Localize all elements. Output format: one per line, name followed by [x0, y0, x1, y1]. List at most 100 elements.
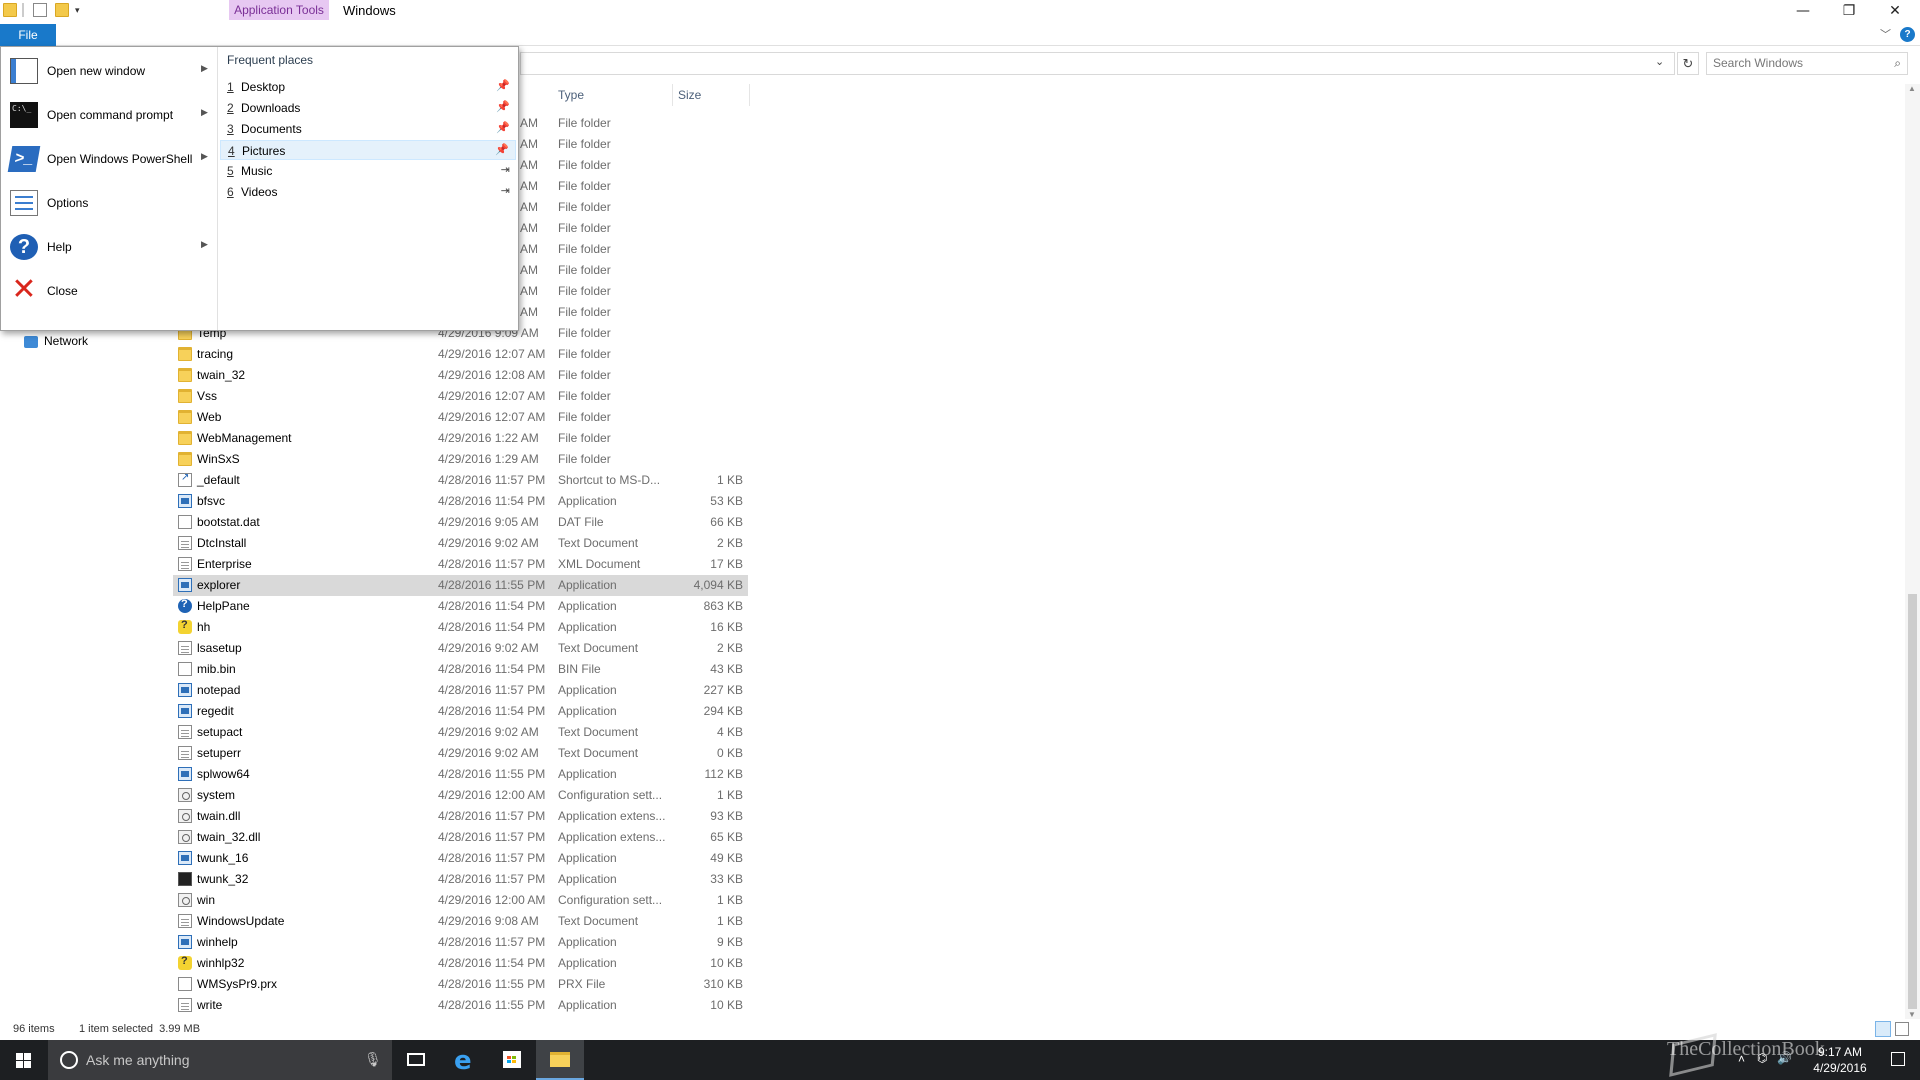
- pinned-icon[interactable]: 📌: [496, 121, 510, 134]
- cfg-icon: [178, 893, 192, 907]
- vertical-scrollbar[interactable]: ▲ ▼: [1905, 84, 1920, 1019]
- start-button[interactable]: [0, 1040, 48, 1080]
- unpinned-icon[interactable]: ⇥: [501, 163, 510, 176]
- column-divider[interactable]: [672, 84, 673, 106]
- search-input[interactable]: Search Windows ⌕: [1706, 52, 1908, 75]
- details-view-button[interactable]: [1875, 1021, 1891, 1037]
- task-view-button[interactable]: [392, 1040, 440, 1080]
- scroll-down-icon[interactable]: ▼: [1908, 1010, 1916, 1019]
- blank-icon: [178, 515, 192, 529]
- close-item[interactable]: ✕ Close: [1, 271, 218, 311]
- file-row[interactable]: win 4/29/2016 12:00 AM Configuration sett.…: [173, 890, 748, 911]
- large-icons-view-button[interactable]: [1895, 1022, 1909, 1036]
- open-command-prompt-item[interactable]: C:\_ Open command prompt ▶: [1, 95, 218, 135]
- frequent-place-item[interactable]: 1 Desktop 📌: [220, 77, 516, 97]
- file-name: win: [197, 893, 216, 907]
- cortana-search-box[interactable]: Ask me anything 🎙: [48, 1040, 392, 1080]
- windows-logo-icon: [16, 1053, 31, 1068]
- pinned-icon[interactable]: 📌: [495, 143, 509, 156]
- column-size[interactable]: Size: [678, 88, 701, 102]
- close-button[interactable]: ✕: [1872, 0, 1918, 22]
- file-row[interactable]: system 4/29/2016 12:00 AM Configuration se…: [173, 785, 748, 806]
- file-type: Shortcut to MS-D...: [558, 473, 661, 487]
- file-row[interactable]: notepad 4/28/2016 11:57 PM Application 227 …: [173, 680, 748, 701]
- file-row[interactable]: bfsvc 4/28/2016 11:54 PM Application 53 KB: [173, 491, 748, 512]
- file-row[interactable]: twain_32 4/29/2016 12:08 AM File folder: [173, 365, 748, 386]
- file-size: 65 KB: [710, 830, 743, 844]
- properties-icon[interactable]: [33, 3, 47, 17]
- edge-button[interactable]: e: [440, 1040, 488, 1080]
- row-date-partial: AM: [520, 137, 538, 151]
- file-explorer-button[interactable]: [536, 1040, 584, 1080]
- file-row[interactable]: setuperr 4/29/2016 9:02 AM Text Document 0 …: [173, 743, 748, 764]
- file-row[interactable]: DtcInstall 4/29/2016 9:02 AM Text Document…: [173, 533, 748, 554]
- scroll-up-icon[interactable]: ▲: [1908, 84, 1916, 93]
- file-row[interactable]: Web 4/29/2016 12:07 AM File folder: [173, 407, 748, 428]
- new-folder-icon[interactable]: [55, 3, 69, 17]
- column-divider[interactable]: [749, 84, 750, 106]
- customize-qat-icon[interactable]: ▾: [75, 3, 89, 17]
- frequent-place-item[interactable]: 6 Videos ⇥: [220, 182, 516, 202]
- file-row[interactable]: twunk_16 4/28/2016 11:57 PM Application 49 …: [173, 848, 748, 869]
- file-row[interactable]: WinSxS 4/29/2016 1:29 AM File folder: [173, 449, 748, 470]
- file-tab[interactable]: File: [0, 24, 56, 46]
- clock-date: 4/29/2016: [1813, 1061, 1867, 1075]
- menu-item-label: Open new window: [47, 64, 146, 78]
- nav-item-label: Network: [44, 334, 89, 348]
- file-row[interactable]: setupact 4/29/2016 9:02 AM Text Document 4 …: [173, 722, 748, 743]
- file-row[interactable]: regedit 4/28/2016 11:54 PM Application 294 …: [173, 701, 748, 722]
- column-type[interactable]: Type: [558, 88, 584, 102]
- file-row[interactable]: twain_32.dll 4/28/2016 11:57 PM Applicatio…: [173, 827, 748, 848]
- file-row[interactable]: lsasetup 4/29/2016 9:02 AM Text Document 2 …: [173, 638, 748, 659]
- refresh-button[interactable]: ↻: [1677, 52, 1699, 75]
- cortana-icon: [60, 1051, 78, 1069]
- file-row[interactable]: write 4/28/2016 11:55 PM Application 10 KB: [173, 995, 748, 1016]
- submenu-arrow-icon: ▶: [201, 107, 208, 117]
- file-row[interactable]: _default 4/28/2016 11:57 PM Shortcut to MS…: [173, 470, 748, 491]
- open-powershell-item[interactable]: >_ Open Windows PowerShell ▶: [1, 139, 218, 179]
- options-item[interactable]: Options: [1, 183, 218, 223]
- help-item[interactable]: ? Help ▶: [1, 227, 218, 267]
- file-row[interactable]: bootstat.dat 4/29/2016 9:05 AM DAT File 66 …: [173, 512, 748, 533]
- folder-icon: [178, 452, 192, 466]
- scrollbar-thumb[interactable]: [1908, 594, 1917, 1009]
- microphone-icon[interactable]: 🎙: [364, 1051, 382, 1068]
- file-row[interactable]: winhlp32 4/28/2016 11:54 PM Application 10 …: [173, 953, 748, 974]
- row-date-partial: AM: [520, 200, 538, 214]
- file-row[interactable]: twunk_32 4/28/2016 11:57 PM Application 33 …: [173, 869, 748, 890]
- help-icon[interactable]: ?: [1900, 27, 1915, 42]
- file-row[interactable]: WebManagement 4/29/2016 1:22 AM File folde…: [173, 428, 748, 449]
- store-button[interactable]: [488, 1040, 536, 1080]
- open-new-window-item[interactable]: Open new window ▶: [1, 51, 218, 91]
- action-center-icon[interactable]: [1891, 1052, 1905, 1066]
- file-row[interactable]: Vss 4/29/2016 12:07 AM File folder: [173, 386, 748, 407]
- address-bar[interactable]: [520, 52, 1675, 75]
- row-type: File folder: [558, 158, 611, 172]
- file-row[interactable]: twain.dll 4/28/2016 11:57 PM Application e…: [173, 806, 748, 827]
- unpinned-icon[interactable]: ⇥: [501, 184, 510, 197]
- file-type: PRX File: [558, 977, 606, 991]
- file-row[interactable]: splwow64 4/28/2016 11:55 PM Application 112…: [173, 764, 748, 785]
- frequent-place-item[interactable]: 2 Downloads 📌: [220, 98, 516, 118]
- maximize-button[interactable]: ❐: [1826, 0, 1872, 22]
- file-row[interactable]: winhelp 4/28/2016 11:57 PM Application 9 KB: [173, 932, 748, 953]
- file-row[interactable]: explorer 4/28/2016 11:55 PM Application 4,0…: [173, 575, 748, 596]
- frequent-place-item[interactable]: 3 Documents 📌: [220, 119, 516, 139]
- frequent-place-item[interactable]: 5 Music ⇥: [220, 161, 516, 181]
- file-row[interactable]: mib.bin 4/28/2016 11:54 PM BIN File 43 KB: [173, 659, 748, 680]
- file-row[interactable]: tracing 4/29/2016 12:07 AM File folder: [173, 344, 748, 365]
- file-row[interactable]: WMSysPr9.prx 4/28/2016 11:55 PM PRX File 31…: [173, 974, 748, 995]
- cfg-icon: [178, 830, 192, 844]
- pinned-icon[interactable]: 📌: [496, 100, 510, 113]
- file-row[interactable]: hh 4/28/2016 11:54 PM Application 16 KB: [173, 617, 748, 638]
- address-dropdown-icon[interactable]: ⌄: [1655, 55, 1664, 68]
- file-row[interactable]: WindowsUpdate 4/29/2016 9:08 AM Text Docum…: [173, 911, 748, 932]
- pinned-icon[interactable]: 📌: [496, 79, 510, 92]
- minimize-button[interactable]: —: [1780, 0, 1826, 22]
- row-type: File folder: [558, 116, 611, 130]
- ribbon-collapse-icon[interactable]: ﹀: [1880, 26, 1891, 42]
- frequent-place-item[interactable]: 4 Pictures 📌: [220, 140, 516, 160]
- application-tools-tab[interactable]: Application Tools: [229, 0, 329, 20]
- file-row[interactable]: HelpPane 4/28/2016 11:54 PM Application 863…: [173, 596, 748, 617]
- file-row[interactable]: Enterprise 4/28/2016 11:57 PM XML Document…: [173, 554, 748, 575]
